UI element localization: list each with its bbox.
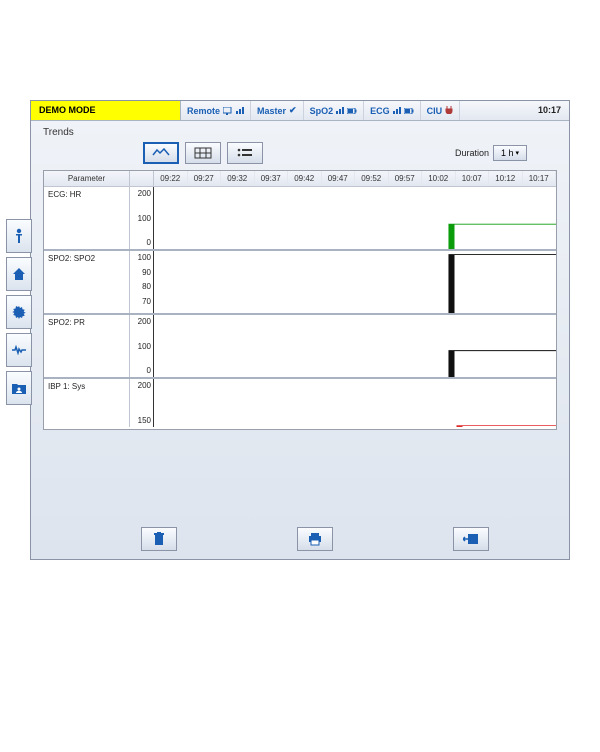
screen-icon bbox=[223, 107, 233, 115]
chart-header: Parameter 09:2209:2709:3209:3709:4209:47… bbox=[44, 171, 556, 187]
content: Trends Duration 1 h ▾ Parameter bbox=[31, 121, 569, 559]
waveform-icon bbox=[12, 345, 26, 355]
time-column: 10:12 bbox=[489, 171, 523, 186]
duration-label: Duration bbox=[455, 148, 489, 158]
plug-icon bbox=[445, 106, 453, 116]
y-axis-labels: 100908070 bbox=[130, 251, 154, 313]
y-axis-labels: 2001000 bbox=[130, 315, 154, 377]
view-graph-button[interactable] bbox=[143, 142, 179, 164]
time-column: 10:17 bbox=[523, 171, 557, 186]
parameter-label: SPO2: SPO2 bbox=[44, 251, 130, 313]
topbar-item-master[interactable]: Master ✔ bbox=[251, 101, 304, 120]
sidebar-waveform-button[interactable] bbox=[6, 333, 32, 367]
view-toolbar: Duration 1 h ▾ bbox=[43, 142, 557, 170]
parameter-label: SPO2: PR bbox=[44, 315, 130, 377]
app-window: DEMO MODE Remote Master ✔ SpO2 ECG CIU 1… bbox=[30, 100, 570, 560]
view-table-button[interactable] bbox=[185, 142, 221, 164]
time-column: 09:22 bbox=[154, 171, 188, 186]
time-column: 09:27 bbox=[188, 171, 222, 186]
parameter-label: ECG: HR bbox=[44, 187, 130, 249]
export-icon bbox=[463, 533, 479, 545]
plot-row: ECG: HR2001000 bbox=[44, 187, 556, 251]
parameter-label: IBP 1: Sys bbox=[44, 379, 130, 427]
time-column: 10:07 bbox=[456, 171, 490, 186]
page-title: Trends bbox=[43, 127, 557, 138]
check-icon: ✔ bbox=[289, 105, 297, 116]
plot-row: IBP 1: Sys200150 bbox=[44, 379, 556, 427]
plot-row: SPO2: PR2001000 bbox=[44, 315, 556, 379]
topbar-item-remote[interactable]: Remote bbox=[181, 101, 251, 120]
sidebar-settings-button[interactable] bbox=[6, 295, 32, 329]
sidebar-patient-button[interactable] bbox=[6, 219, 32, 253]
topbar: DEMO MODE Remote Master ✔ SpO2 ECG CIU 1… bbox=[31, 101, 569, 121]
time-column: 10:02 bbox=[422, 171, 456, 186]
export-button[interactable] bbox=[453, 527, 489, 551]
time-column: 09:47 bbox=[322, 171, 356, 186]
signal-icon bbox=[393, 107, 401, 114]
sidebar-records-button[interactable] bbox=[6, 371, 32, 405]
view-list-button[interactable] bbox=[227, 142, 263, 164]
time-column: 09:42 bbox=[288, 171, 322, 186]
topbar-item-ciu[interactable]: CIU bbox=[421, 101, 461, 120]
duration-select[interactable]: 1 h ▾ bbox=[493, 145, 527, 161]
signal-icon bbox=[336, 107, 344, 114]
plot-canvas[interactable] bbox=[154, 315, 556, 377]
print-button[interactable] bbox=[297, 527, 333, 551]
gear-icon bbox=[12, 305, 26, 319]
chart-line-icon bbox=[152, 147, 170, 159]
plot-canvas[interactable] bbox=[154, 379, 556, 427]
chevron-down-icon: ▾ bbox=[516, 149, 520, 157]
time-column: 09:37 bbox=[255, 171, 289, 186]
plot-row: SPO2: SPO2100908070 bbox=[44, 251, 556, 315]
time-column: 09:57 bbox=[389, 171, 423, 186]
time-column: 09:52 bbox=[355, 171, 389, 186]
table-icon bbox=[194, 147, 212, 159]
parameter-header: Parameter bbox=[44, 171, 130, 186]
time-column: 09:32 bbox=[221, 171, 255, 186]
clock: 10:17 bbox=[530, 101, 569, 120]
plot-canvas[interactable] bbox=[154, 251, 556, 313]
trash-icon bbox=[153, 532, 165, 546]
sidebar-home-button[interactable] bbox=[6, 257, 32, 291]
patient-icon bbox=[13, 228, 25, 244]
printer-icon bbox=[308, 532, 322, 546]
list-icon bbox=[236, 147, 254, 159]
sidebar bbox=[6, 219, 32, 405]
topbar-item-ecg[interactable]: ECG bbox=[364, 101, 421, 120]
signal-icon bbox=[236, 107, 244, 114]
battery-icon bbox=[404, 106, 414, 116]
y-axis-labels: 2001000 bbox=[130, 187, 154, 249]
battery-icon bbox=[347, 106, 357, 116]
topbar-item-spo2[interactable]: SpO2 bbox=[304, 101, 365, 120]
bottom-toolbar bbox=[31, 527, 569, 551]
plots: ECG: HR2001000 SPO2: SPO2100908070 SPO2:… bbox=[44, 187, 556, 429]
y-axis-labels: 200150 bbox=[130, 379, 154, 427]
demo-mode-badge: DEMO MODE bbox=[31, 101, 181, 120]
home-icon bbox=[12, 267, 26, 281]
chart-area: Parameter 09:2209:2709:3209:3709:4209:47… bbox=[43, 170, 557, 430]
delete-button[interactable] bbox=[141, 527, 177, 551]
folder-person-icon bbox=[12, 382, 26, 394]
time-columns: 09:2209:2709:3209:3709:4209:4709:5209:57… bbox=[154, 171, 556, 186]
plot-canvas[interactable] bbox=[154, 187, 556, 249]
